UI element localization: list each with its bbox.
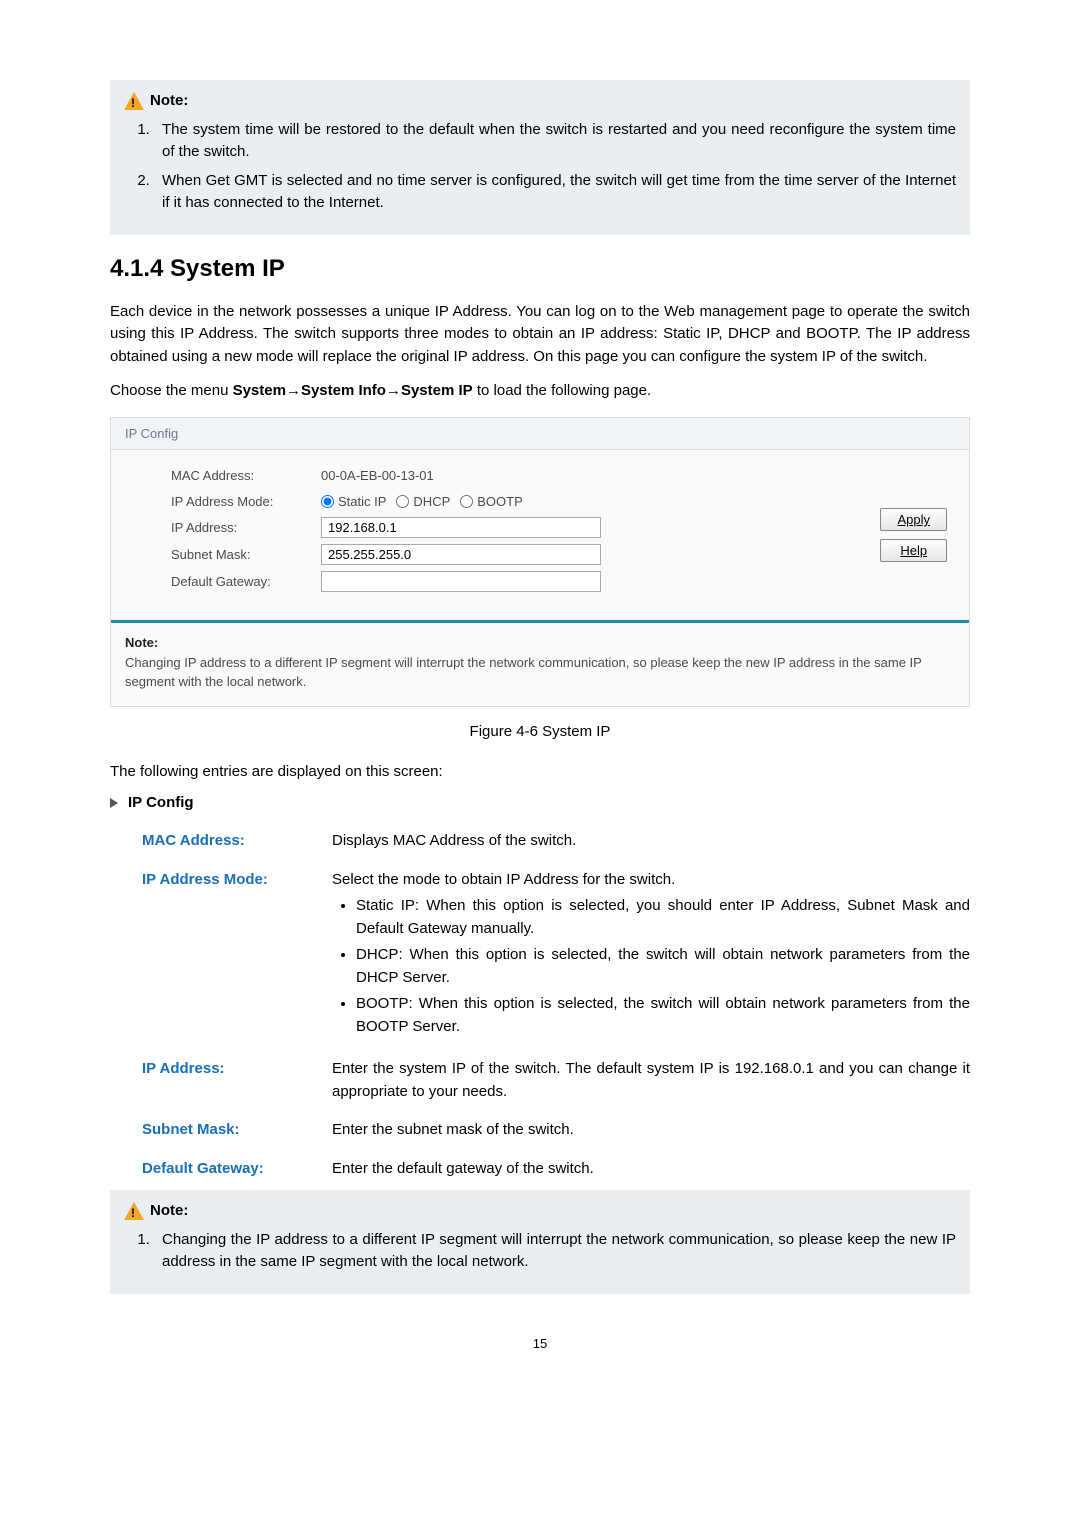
bottom-note-box: Note: Changing the IP address to a diffe… [110, 1190, 970, 1294]
figure-caption: Figure 4-6 System IP [110, 721, 970, 744]
radio-dhcp-label: DHCP [413, 492, 450, 512]
def-body-ip: Enter the system IP of the switch. The d… [332, 1058, 970, 1103]
subnet-mask-input[interactable] [321, 544, 601, 565]
top-note-box: Note: The system time will be restored t… [110, 80, 970, 235]
label-subnet: Subnet Mask: [171, 545, 321, 565]
menu-bold: System→System Info→System IP [233, 382, 473, 399]
radio-bootp-input[interactable] [460, 495, 473, 508]
def-label-mode: IP Address Mode: [142, 869, 332, 892]
def-row-gateway: Default Gateway: Enter the default gatew… [110, 1152, 970, 1191]
panel-title: IP Config [111, 418, 969, 451]
def-row-ip: IP Address: Enter the system IP of the s… [110, 1052, 970, 1113]
radio-dhcp[interactable]: DHCP [396, 492, 450, 512]
bottom-note-heading: Note: [150, 1200, 188, 1223]
apply-button[interactable]: Apply [880, 508, 947, 531]
panel-body: MAC Address: 00-0A-EB-00-13-01 IP Addres… [111, 450, 969, 614]
bottom-note-item-1: Changing the IP address to a different I… [154, 1229, 956, 1274]
top-note-item-1: The system time will be restored to the … [154, 119, 956, 164]
menu-path: Choose the menu System→System Info→Syste… [110, 380, 970, 403]
row-ip: IP Address: [171, 517, 945, 538]
panel-note-label: Note: [125, 633, 955, 653]
note-heading: Note: [150, 90, 188, 113]
radio-static-label: Static IP [338, 492, 386, 512]
row-mac: MAC Address: 00-0A-EB-00-13-01 [171, 466, 945, 486]
bottom-note-list: Changing the IP address to a different I… [124, 1229, 956, 1274]
def-body-gateway: Enter the default gateway of the switch. [332, 1158, 970, 1181]
menu-prefix: Choose the menu [110, 382, 233, 399]
entries-heading: IP Config [128, 792, 194, 815]
page-number: 15 [110, 1334, 970, 1354]
panel-note-block: Note: Changing IP address to a different… [111, 633, 969, 706]
section-heading: 4.1.4 System IP [110, 251, 970, 287]
row-subnet: Subnet Mask: [171, 544, 945, 565]
warning-icon [124, 92, 144, 110]
panel-note-text: Changing IP address to a different IP se… [125, 653, 955, 692]
top-note-item-2: When Get GMT is selected and no time ser… [154, 170, 956, 215]
definitions: MAC Address: Displays MAC Address of the… [110, 824, 970, 1190]
def-row-mac: MAC Address: Displays MAC Address of the… [110, 824, 970, 863]
entries-intro: The following entries are displayed on t… [110, 761, 970, 784]
section-intro: Each device in the network possesses a u… [110, 301, 970, 369]
def-label-mac: MAC Address: [142, 830, 332, 853]
label-mode: IP Address Mode: [171, 492, 321, 512]
note-header: Note: [124, 90, 956, 113]
def-body-subnet: Enter the subnet mask of the switch. [332, 1119, 970, 1142]
def-row-mode: IP Address Mode: Select the mode to obta… [110, 863, 970, 1053]
button-column: Apply Help [880, 508, 947, 562]
entries-subhead: IP Config [110, 792, 970, 815]
def-body-mode: Select the mode to obtain IP Address for… [332, 869, 970, 1043]
ip-config-panel: IP Config MAC Address: 00-0A-EB-00-13-01… [110, 417, 970, 707]
def-mode-bullet-2: DHCP: When this option is selected, the … [356, 944, 970, 989]
row-mode: IP Address Mode: Static IP DHCP BOOTP [171, 492, 945, 512]
value-mac: 00-0A-EB-00-13-01 [321, 466, 434, 486]
top-note-list: The system time will be restored to the … [124, 119, 956, 215]
radio-dhcp-input[interactable] [396, 495, 409, 508]
menu-suffix: to load the following page. [473, 382, 651, 399]
radio-bootp[interactable]: BOOTP [460, 492, 523, 512]
def-mode-bullet-3: BOOTP: When this option is selected, the… [356, 993, 970, 1038]
def-label-gateway: Default Gateway: [142, 1158, 332, 1181]
radio-static-ip[interactable]: Static IP [321, 492, 386, 512]
def-row-subnet: Subnet Mask: Enter the subnet mask of th… [110, 1113, 970, 1152]
help-button[interactable]: Help [880, 539, 947, 562]
bottom-note-header: Note: [124, 1200, 956, 1223]
def-label-ip: IP Address: [142, 1058, 332, 1081]
def-mode-bullets: Static IP: When this option is selected,… [332, 895, 970, 1038]
divider [111, 620, 969, 623]
triangle-bullet-icon [110, 798, 118, 808]
label-ip: IP Address: [171, 518, 321, 538]
radio-static-input[interactable] [321, 495, 334, 508]
def-body-mac: Displays MAC Address of the switch. [332, 830, 970, 853]
row-gateway: Default Gateway: [171, 571, 945, 592]
def-label-subnet: Subnet Mask: [142, 1119, 332, 1142]
default-gateway-input[interactable] [321, 571, 601, 592]
label-gateway: Default Gateway: [171, 572, 321, 592]
radio-bootp-label: BOOTP [477, 492, 523, 512]
ip-address-input[interactable] [321, 517, 601, 538]
def-mode-text: Select the mode to obtain IP Address for… [332, 871, 675, 888]
warning-icon [124, 1202, 144, 1220]
def-mode-bullet-1: Static IP: When this option is selected,… [356, 895, 970, 940]
label-mac: MAC Address: [171, 466, 321, 486]
